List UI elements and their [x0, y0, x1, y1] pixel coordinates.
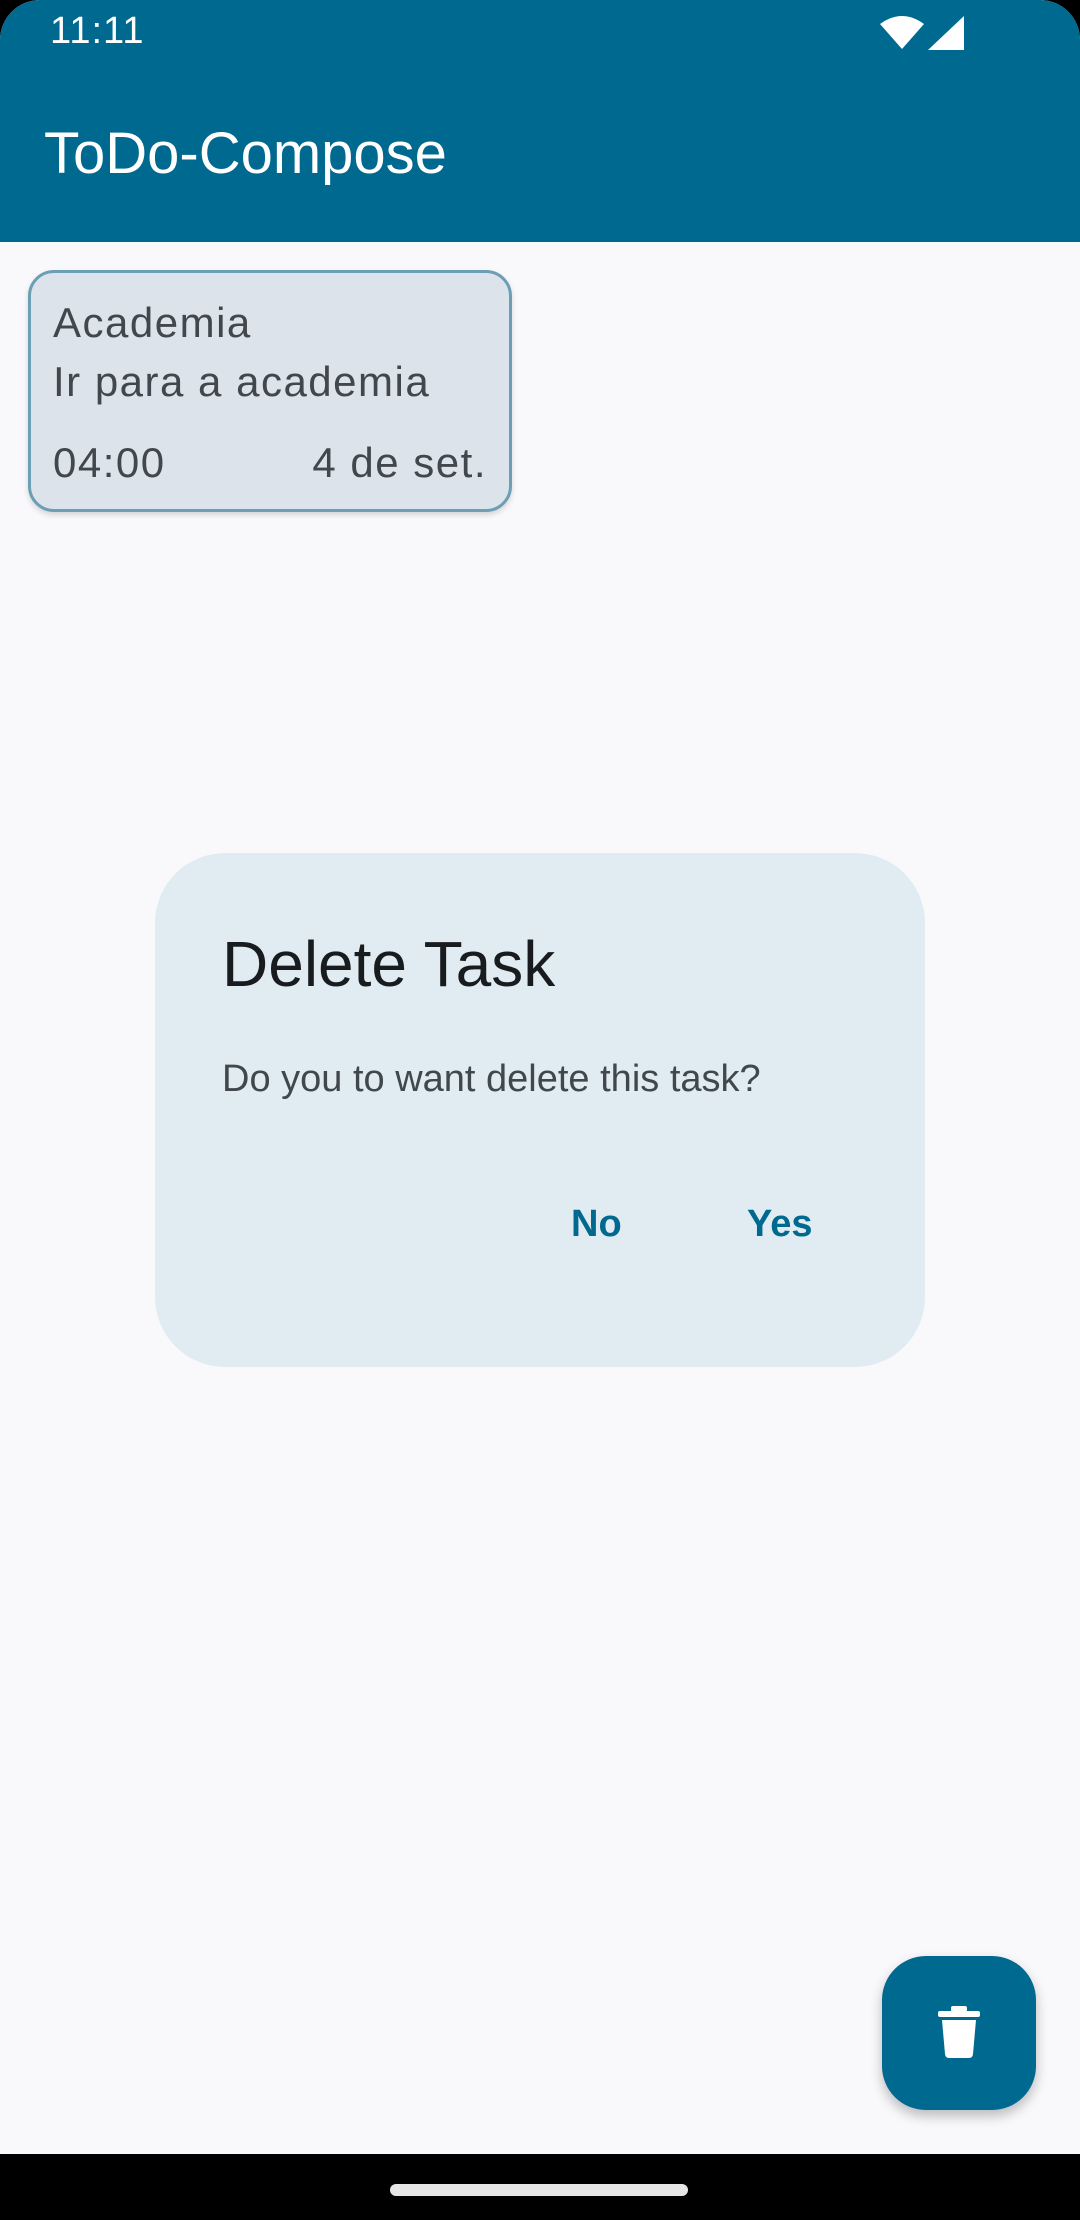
app-title: ToDo-Compose: [44, 121, 447, 186]
task-title: Academia: [53, 299, 252, 346]
screen: 11:11 ToDo-Compose Academia Ir para a ac…: [0, 0, 1080, 2220]
task-time: 04:00: [53, 439, 166, 486]
top-app-bar: 11:11 ToDo-Compose: [0, 0, 1080, 242]
status-time: 11:11: [50, 10, 145, 52]
no-button[interactable]: No: [551, 1193, 642, 1256]
task-date: 4 de set.: [312, 439, 487, 486]
navigation-bar: [0, 2154, 1080, 2220]
delete-task-dialog: Delete Task Do you to want delete this t…: [155, 853, 925, 1367]
yes-button[interactable]: Yes: [727, 1193, 833, 1256]
delete-icon: [938, 2006, 980, 2058]
delete-fab[interactable]: [882, 1956, 1036, 2110]
task-card[interactable]: Academia Ir para a academia 04:00 4 de s…: [28, 270, 512, 512]
home-handle[interactable]: [390, 2184, 688, 2196]
wifi-icon: [880, 16, 924, 49]
signal-icon: [928, 16, 964, 50]
dialog-title: Delete Task: [222, 928, 556, 1000]
task-description: Ir para a academia: [53, 358, 431, 405]
dialog-message: Do you to want delete this task?: [222, 1058, 761, 1100]
